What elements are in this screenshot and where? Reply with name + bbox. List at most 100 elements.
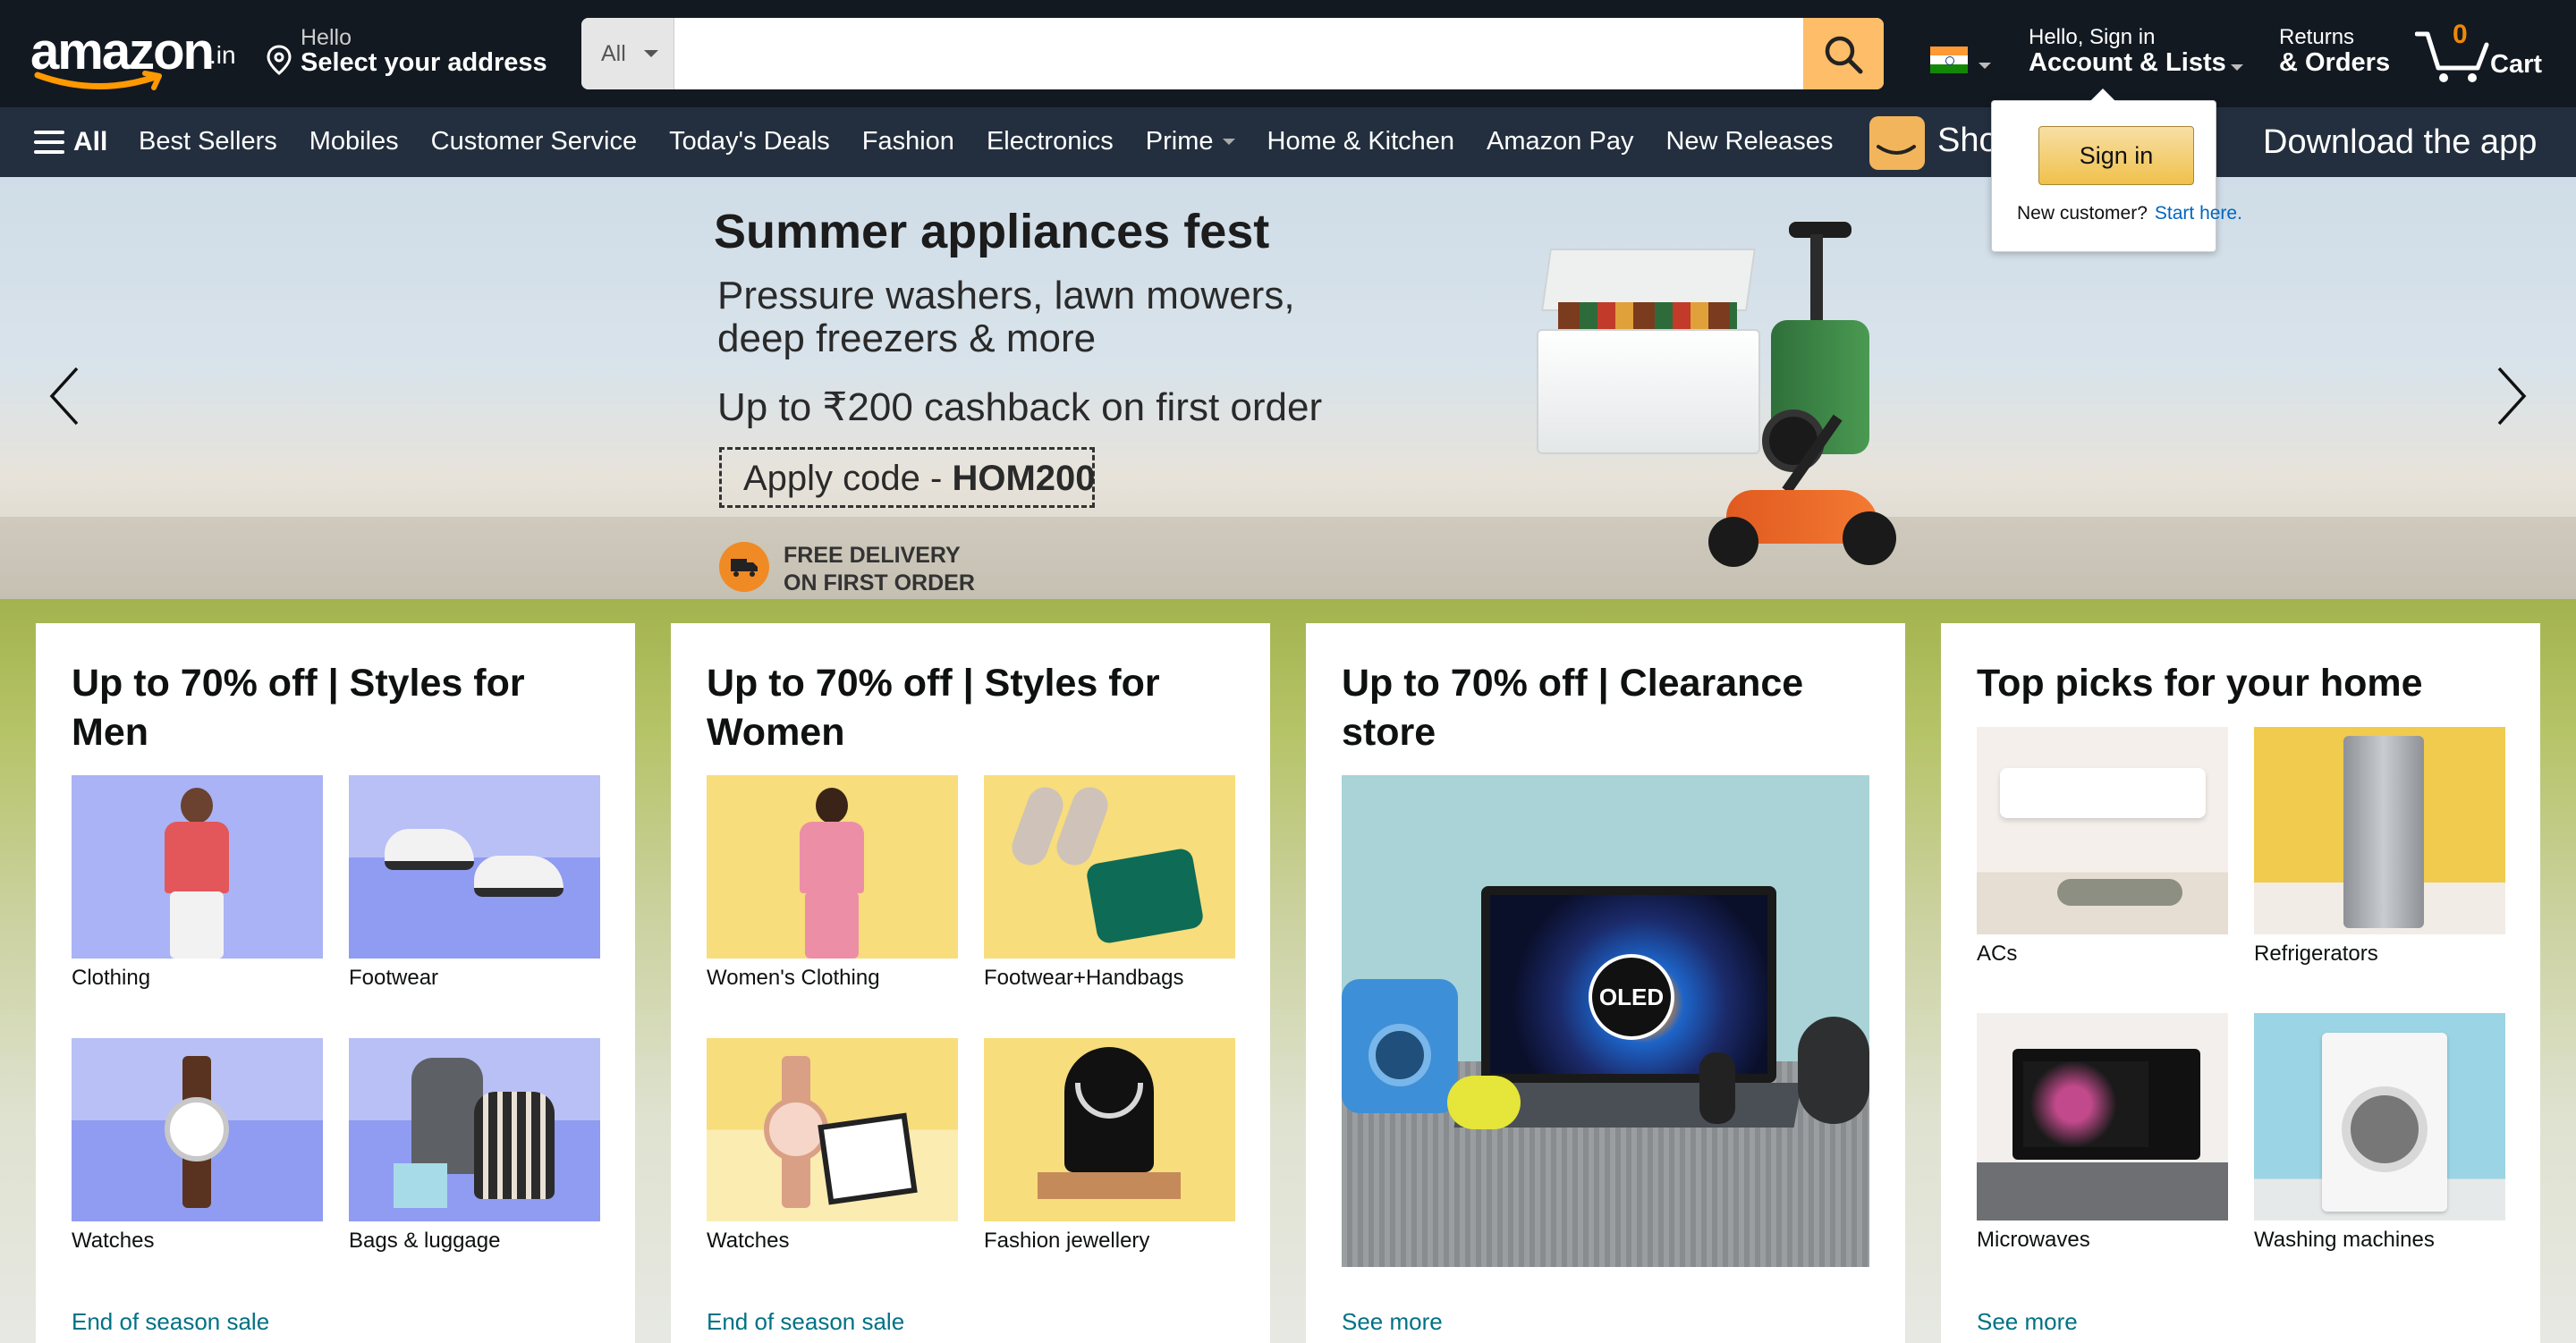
nav-link-label: Customer Service	[430, 126, 638, 156]
tile-clothing[interactable]: Clothing	[72, 775, 323, 991]
chevron-down-icon	[2231, 64, 2243, 71]
location-pin-icon	[267, 45, 292, 75]
card-women-styles: Up to 70% off | Styles for Women Women's…	[671, 623, 1270, 1343]
hero-coupon-code: Apply code - HOM200	[719, 447, 1096, 508]
tile-bags-luggage[interactable]: Bags & luggage	[349, 1038, 600, 1254]
amazon-logo[interactable]: amazon .in	[30, 20, 236, 91]
ac-image	[1977, 727, 2228, 934]
new-customer-text: New customer? Start here.	[2017, 203, 2242, 224]
hero-subtitle-line1: Pressure washers, lawn mowers,	[717, 274, 1295, 317]
bags-image	[349, 1038, 600, 1221]
tile-fashion-jewellery[interactable]: Fashion jewellery	[984, 1038, 1235, 1254]
fridge-image	[2254, 727, 2505, 934]
shopping-bag-icon	[1869, 116, 1925, 170]
delivery-truck-icon	[719, 542, 769, 592]
tile-label: Washing machines	[2254, 1228, 2435, 1252]
tile-microwaves[interactable]: Microwaves	[1977, 1013, 2228, 1253]
tile-label: Bags & luggage	[349, 1229, 501, 1253]
card-men-styles: Up to 70% off | Styles for Men Clothing …	[36, 623, 635, 1343]
women-watch-image	[707, 1038, 958, 1221]
nav-link-prime[interactable]: Prime	[1146, 123, 1235, 159]
cart-button[interactable]: 0 Cart	[2415, 20, 2558, 88]
deep-freezer-image	[1537, 231, 1760, 454]
card-clearance-store: Up to 70% off | Clearance store OLED See…	[1306, 623, 1905, 1343]
tile-label: Footwear+Handbags	[984, 966, 1184, 990]
app-download-promo[interactable]: Sho Download the app	[1869, 116, 2576, 170]
handbag-image	[984, 775, 1235, 959]
tile-washing-machines[interactable]: Washing machines	[2254, 1013, 2505, 1253]
india-flag-icon[interactable]	[1930, 46, 1968, 73]
nav-link-todays-deals[interactable]: Today's Deals	[669, 123, 830, 159]
cart-label: Cart	[2490, 50, 2543, 79]
watch-image	[72, 1038, 323, 1221]
tile-footwear[interactable]: Footwear	[349, 775, 600, 991]
hero-subtitle-line2: deep freezers & more	[717, 317, 1097, 360]
search-category-label: All	[601, 41, 626, 66]
card-title: Up to 70% off | Clearance store	[1342, 662, 1804, 754]
clearance-image[interactable]: OLED	[1342, 775, 1869, 1267]
search-button[interactable]	[1803, 18, 1884, 89]
card-link[interactable]: End of season sale	[707, 1308, 904, 1336]
tile-label: Refrigerators	[2254, 942, 2378, 966]
tile-refrigerators[interactable]: Refrigerators	[2254, 727, 2505, 967]
hero-title: Summer appliances fest	[714, 205, 1270, 258]
nav-link-home-kitchen[interactable]: Home & Kitchen	[1267, 123, 1455, 159]
coupon-prefix: Apply code -	[743, 459, 953, 498]
delivery-line2: ON FIRST ORDER	[784, 570, 975, 595]
nav-link-mobiles[interactable]: Mobiles	[309, 123, 399, 159]
carousel-next-icon[interactable]	[2494, 365, 2529, 427]
hero-cashback: Up to ₹200 cashback on first order	[717, 385, 1323, 429]
instant-camera	[1342, 979, 1458, 1113]
promo-text-left: Sho	[1937, 122, 1998, 159]
account-lists-menu[interactable]: Hello, Sign in Account & Lists	[2029, 25, 2252, 86]
tile-label: Women's Clothing	[707, 966, 880, 990]
signin-button[interactable]: Sign in	[2038, 126, 2194, 185]
hamburger-icon	[34, 131, 64, 160]
nav-link-new-releases[interactable]: New Releases	[1665, 123, 1833, 159]
language-chevron-icon[interactable]	[1979, 63, 1991, 69]
tile-watches[interactable]: Watches	[72, 1038, 323, 1254]
card-link[interactable]: See more	[1342, 1308, 1443, 1336]
tile-label: Footwear	[349, 966, 439, 990]
nav-link-amazon-pay[interactable]: Amazon Pay	[1487, 123, 1633, 159]
tile-label: Watches	[72, 1229, 155, 1253]
card-link[interactable]: End of season sale	[72, 1308, 269, 1336]
oled-label: OLED	[1598, 984, 1665, 1010]
nav-link-best-sellers[interactable]: Best Sellers	[139, 123, 277, 159]
address-selector[interactable]: Hello Select your address	[267, 25, 562, 86]
search-input[interactable]	[674, 18, 1803, 89]
search-icon	[1825, 36, 1863, 74]
jewellery-image	[984, 1038, 1235, 1221]
nav-link-fashion[interactable]: Fashion	[862, 123, 954, 159]
nav-link-customer-service[interactable]: Customer Service	[431, 123, 637, 159]
category-links: Best Sellers Mobiles Customer Service To…	[139, 123, 1865, 159]
card-title: Up to 70% off | Styles for Men	[72, 662, 525, 754]
nav-link-electronics[interactable]: Electronics	[987, 123, 1114, 159]
search-category-dropdown[interactable]: All	[581, 18, 674, 89]
returns-orders-link[interactable]: Returns & Orders	[2279, 25, 2395, 86]
microwave-image	[1977, 1013, 2228, 1221]
new-customer-label: New customer?	[2017, 203, 2148, 224]
footwear-image	[349, 775, 600, 959]
nav-link-label: Electronics	[986, 126, 1114, 156]
start-here-link[interactable]: Start here.	[2155, 203, 2242, 224]
oled-badge: OLED	[1589, 954, 1674, 1040]
card-link[interactable]: See more	[1977, 1308, 2078, 1336]
tile-footwear-handbags[interactable]: Footwear+Handbags	[984, 775, 1235, 991]
returns-line1: Returns	[2279, 25, 2355, 49]
tile-acs[interactable]: ACs	[1977, 727, 2228, 967]
delivery-line1: FREE DELIVERY	[784, 543, 961, 568]
tile-womens-clothing[interactable]: Women's Clothing	[707, 775, 958, 991]
laptop-screen: OLED	[1481, 886, 1776, 1083]
account-label: Account & Lists	[2029, 48, 2226, 77]
signin-popover: Sign in New customer? Start here.	[1991, 89, 2242, 252]
nav-link-label: Prime	[1145, 126, 1214, 156]
hero-delivery-text: FREE DELIVERY ON FIRST ORDER	[784, 542, 975, 597]
womens-clothing-image	[707, 775, 958, 959]
carousel-prev-icon[interactable]	[47, 365, 82, 427]
coupon-code: HOM200	[952, 459, 1096, 498]
nav-link-label: Mobiles	[309, 126, 399, 156]
tile-women-watches[interactable]: Watches	[707, 1038, 958, 1254]
tile-label: Clothing	[72, 966, 151, 990]
tile-label: ACs	[1977, 942, 2018, 966]
